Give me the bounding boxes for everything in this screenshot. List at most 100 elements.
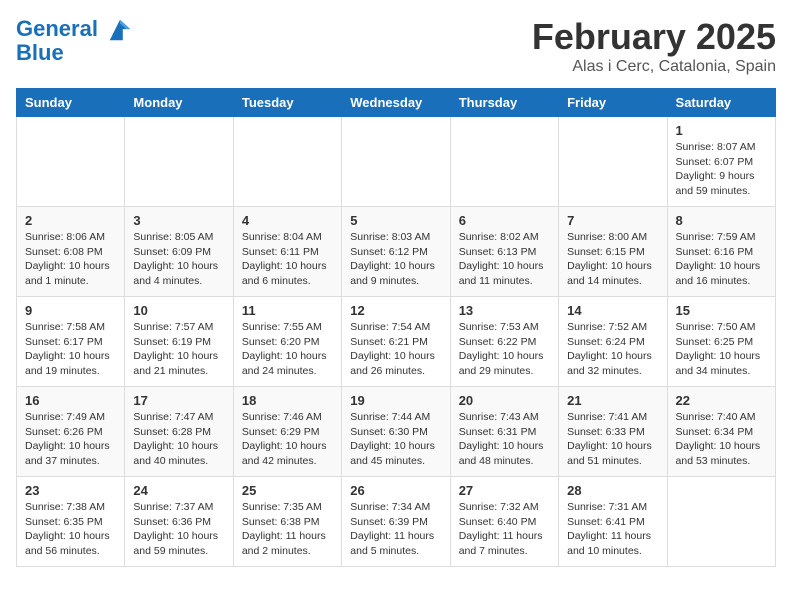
- day-number: 8: [676, 213, 767, 228]
- column-header-friday: Friday: [559, 89, 667, 117]
- calendar-cell: 13 Sunrise: 7:53 AM Sunset: 6:22 PM Dayli…: [450, 297, 558, 387]
- calendar-cell: 9 Sunrise: 7:58 AM Sunset: 6:17 PM Daylig…: [17, 297, 125, 387]
- day-info: Sunrise: 7:49 AM Sunset: 6:26 PM Dayligh…: [25, 410, 116, 469]
- day-number: 25: [242, 483, 333, 498]
- day-number: 10: [133, 303, 224, 318]
- day-info: Sunrise: 7:38 AM Sunset: 6:35 PM Dayligh…: [25, 500, 116, 559]
- month-year-title: February 2025: [532, 16, 776, 58]
- calendar-cell: 28 Sunrise: 7:31 AM Sunset: 6:41 PM Dayli…: [559, 477, 667, 567]
- day-info: Sunrise: 7:59 AM Sunset: 6:16 PM Dayligh…: [676, 230, 767, 289]
- calendar-cell: 1Sunrise: 8:07 AM Sunset: 6:07 PM Daylig…: [667, 117, 775, 207]
- day-number: 28: [567, 483, 658, 498]
- day-number: 21: [567, 393, 658, 408]
- day-info: Sunrise: 7:31 AM Sunset: 6:41 PM Dayligh…: [567, 500, 658, 559]
- day-number: 2: [25, 213, 116, 228]
- calendar-cell: 3 Sunrise: 8:05 AM Sunset: 6:09 PM Daylig…: [125, 207, 233, 297]
- day-number: 16: [25, 393, 116, 408]
- logo: General Blue: [16, 16, 134, 66]
- day-number: 7: [567, 213, 658, 228]
- calendar-week-row: 23 Sunrise: 7:38 AM Sunset: 6:35 PM Dayli…: [17, 477, 776, 567]
- day-info: Sunrise: 7:50 AM Sunset: 6:25 PM Dayligh…: [676, 320, 767, 379]
- day-number: 6: [459, 213, 550, 228]
- calendar-week-row: 2 Sunrise: 8:06 AM Sunset: 6:08 PM Daylig…: [17, 207, 776, 297]
- calendar-cell: 6 Sunrise: 8:02 AM Sunset: 6:13 PM Daylig…: [450, 207, 558, 297]
- day-number: 22: [676, 393, 767, 408]
- calendar-cell: 15Sunrise: 7:50 AM Sunset: 6:25 PM Dayli…: [667, 297, 775, 387]
- calendar-cell: 27 Sunrise: 7:32 AM Sunset: 6:40 PM Dayli…: [450, 477, 558, 567]
- calendar-cell: 17Sunrise: 7:47 AM Sunset: 6:28 PM Dayli…: [125, 387, 233, 477]
- calendar-cell: 8 Sunrise: 7:59 AM Sunset: 6:16 PM Daylig…: [667, 207, 775, 297]
- calendar-cell: [125, 117, 233, 207]
- day-info: Sunrise: 8:00 AM Sunset: 6:15 PM Dayligh…: [567, 230, 658, 289]
- calendar-cell: 26 Sunrise: 7:34 AM Sunset: 6:39 PM Dayli…: [342, 477, 450, 567]
- day-number: 14: [567, 303, 658, 318]
- calendar-header-row: SundayMondayTuesdayWednesdayThursdayFrid…: [17, 89, 776, 117]
- day-info: Sunrise: 7:52 AM Sunset: 6:24 PM Dayligh…: [567, 320, 658, 379]
- day-info: Sunrise: 7:34 AM Sunset: 6:39 PM Dayligh…: [350, 500, 441, 559]
- day-number: 3: [133, 213, 224, 228]
- calendar-cell: 4Sunrise: 8:04 AM Sunset: 6:11 PM Daylig…: [233, 207, 341, 297]
- title-section: February 2025 Alas i Cerc, Catalonia, Sp…: [532, 16, 776, 76]
- day-info: Sunrise: 8:06 AM Sunset: 6:08 PM Dayligh…: [25, 230, 116, 289]
- header: General Blue February 2025 Alas i Cerc, …: [16, 16, 776, 76]
- column-header-thursday: Thursday: [450, 89, 558, 117]
- column-header-saturday: Saturday: [667, 89, 775, 117]
- calendar-cell: [450, 117, 558, 207]
- calendar-cell: 21 Sunrise: 7:41 AM Sunset: 6:33 PM Dayli…: [559, 387, 667, 477]
- calendar-cell: [667, 477, 775, 567]
- day-info: Sunrise: 7:40 AM Sunset: 6:34 PM Dayligh…: [676, 410, 767, 469]
- day-info: Sunrise: 7:32 AM Sunset: 6:40 PM Dayligh…: [459, 500, 550, 559]
- calendar-cell: 25 Sunrise: 7:35 AM Sunset: 6:38 PM Dayli…: [233, 477, 341, 567]
- day-info: Sunrise: 7:46 AM Sunset: 6:29 PM Dayligh…: [242, 410, 333, 469]
- day-number: 9: [25, 303, 116, 318]
- calendar-cell: [17, 117, 125, 207]
- day-info: Sunrise: 7:44 AM Sunset: 6:30 PM Dayligh…: [350, 410, 441, 469]
- calendar-cell: [559, 117, 667, 207]
- calendar-table: SundayMondayTuesdayWednesdayThursdayFrid…: [16, 88, 776, 567]
- calendar-cell: 2 Sunrise: 8:06 AM Sunset: 6:08 PM Daylig…: [17, 207, 125, 297]
- day-number: 19: [350, 393, 441, 408]
- calendar-cell: 5Sunrise: 8:03 AM Sunset: 6:12 PM Daylig…: [342, 207, 450, 297]
- day-number: 1: [676, 123, 767, 138]
- day-number: 23: [25, 483, 116, 498]
- day-info: Sunrise: 7:35 AM Sunset: 6:38 PM Dayligh…: [242, 500, 333, 559]
- calendar-cell: 24 Sunrise: 7:37 AM Sunset: 6:36 PM Dayli…: [125, 477, 233, 567]
- calendar-cell: 16 Sunrise: 7:49 AM Sunset: 6:26 PM Dayli…: [17, 387, 125, 477]
- day-info: Sunrise: 7:53 AM Sunset: 6:22 PM Dayligh…: [459, 320, 550, 379]
- day-number: 26: [350, 483, 441, 498]
- day-info: Sunrise: 7:43 AM Sunset: 6:31 PM Dayligh…: [459, 410, 550, 469]
- day-info: Sunrise: 8:03 AM Sunset: 6:12 PM Dayligh…: [350, 230, 441, 289]
- day-info: Sunrise: 7:41 AM Sunset: 6:33 PM Dayligh…: [567, 410, 658, 469]
- calendar-cell: 14 Sunrise: 7:52 AM Sunset: 6:24 PM Dayli…: [559, 297, 667, 387]
- day-number: 18: [242, 393, 333, 408]
- calendar-cell: 10 Sunrise: 7:57 AM Sunset: 6:19 PM Dayli…: [125, 297, 233, 387]
- day-number: 27: [459, 483, 550, 498]
- calendar-week-row: 9 Sunrise: 7:58 AM Sunset: 6:17 PM Daylig…: [17, 297, 776, 387]
- day-info: Sunrise: 7:54 AM Sunset: 6:21 PM Dayligh…: [350, 320, 441, 379]
- day-info: Sunrise: 8:02 AM Sunset: 6:13 PM Dayligh…: [459, 230, 550, 289]
- day-number: 12: [350, 303, 441, 318]
- day-info: Sunrise: 8:05 AM Sunset: 6:09 PM Dayligh…: [133, 230, 224, 289]
- calendar-cell: 12 Sunrise: 7:54 AM Sunset: 6:21 PM Dayli…: [342, 297, 450, 387]
- day-info: Sunrise: 7:58 AM Sunset: 6:17 PM Dayligh…: [25, 320, 116, 379]
- calendar-cell: 22 Sunrise: 7:40 AM Sunset: 6:34 PM Dayli…: [667, 387, 775, 477]
- day-number: 24: [133, 483, 224, 498]
- calendar-cell: 19 Sunrise: 7:44 AM Sunset: 6:30 PM Dayli…: [342, 387, 450, 477]
- day-number: 4: [242, 213, 333, 228]
- day-info: Sunrise: 7:55 AM Sunset: 6:20 PM Dayligh…: [242, 320, 333, 379]
- day-number: 17: [133, 393, 224, 408]
- calendar-week-row: 1Sunrise: 8:07 AM Sunset: 6:07 PM Daylig…: [17, 117, 776, 207]
- calendar-cell: [342, 117, 450, 207]
- day-number: 13: [459, 303, 550, 318]
- day-info: Sunrise: 7:57 AM Sunset: 6:19 PM Dayligh…: [133, 320, 224, 379]
- column-header-sunday: Sunday: [17, 89, 125, 117]
- column-header-tuesday: Tuesday: [233, 89, 341, 117]
- day-number: 20: [459, 393, 550, 408]
- column-header-wednesday: Wednesday: [342, 89, 450, 117]
- calendar-cell: 20 Sunrise: 7:43 AM Sunset: 6:31 PM Dayli…: [450, 387, 558, 477]
- calendar-cell: 11 Sunrise: 7:55 AM Sunset: 6:20 PM Dayli…: [233, 297, 341, 387]
- calendar-cell: 23 Sunrise: 7:38 AM Sunset: 6:35 PM Dayli…: [17, 477, 125, 567]
- location-subtitle: Alas i Cerc, Catalonia, Spain: [532, 58, 776, 76]
- day-info: Sunrise: 7:37 AM Sunset: 6:36 PM Dayligh…: [133, 500, 224, 559]
- day-number: 11: [242, 303, 333, 318]
